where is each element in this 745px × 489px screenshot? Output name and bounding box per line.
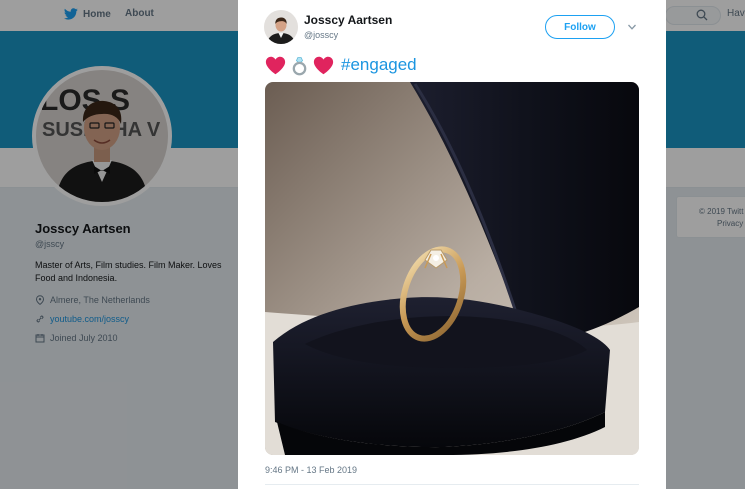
engagement-ring-photo	[265, 82, 639, 455]
author-handle[interactable]: @josscy	[304, 30, 338, 40]
chevron-down-icon[interactable]	[627, 22, 637, 32]
tweet-text: #engaged	[265, 53, 417, 77]
author-name[interactable]: Josscy Aartsen	[304, 13, 392, 27]
tweet-timestamp[interactable]: 9:46 PM - 13 Feb 2019	[265, 465, 357, 475]
author-avatar[interactable]	[264, 10, 298, 44]
follow-button[interactable]: Follow	[545, 15, 615, 39]
tweet-modal: Josscy Aartsen @josscy Follow #engaged 9…	[238, 0, 666, 489]
heart-icon	[265, 56, 286, 74]
divider	[265, 484, 639, 485]
author-avatar-image	[264, 10, 298, 44]
hashtag-link[interactable]: #engaged	[341, 55, 417, 75]
heart-icon	[313, 56, 334, 74]
ring-icon	[292, 56, 307, 75]
tweet-photo[interactable]	[265, 82, 639, 455]
